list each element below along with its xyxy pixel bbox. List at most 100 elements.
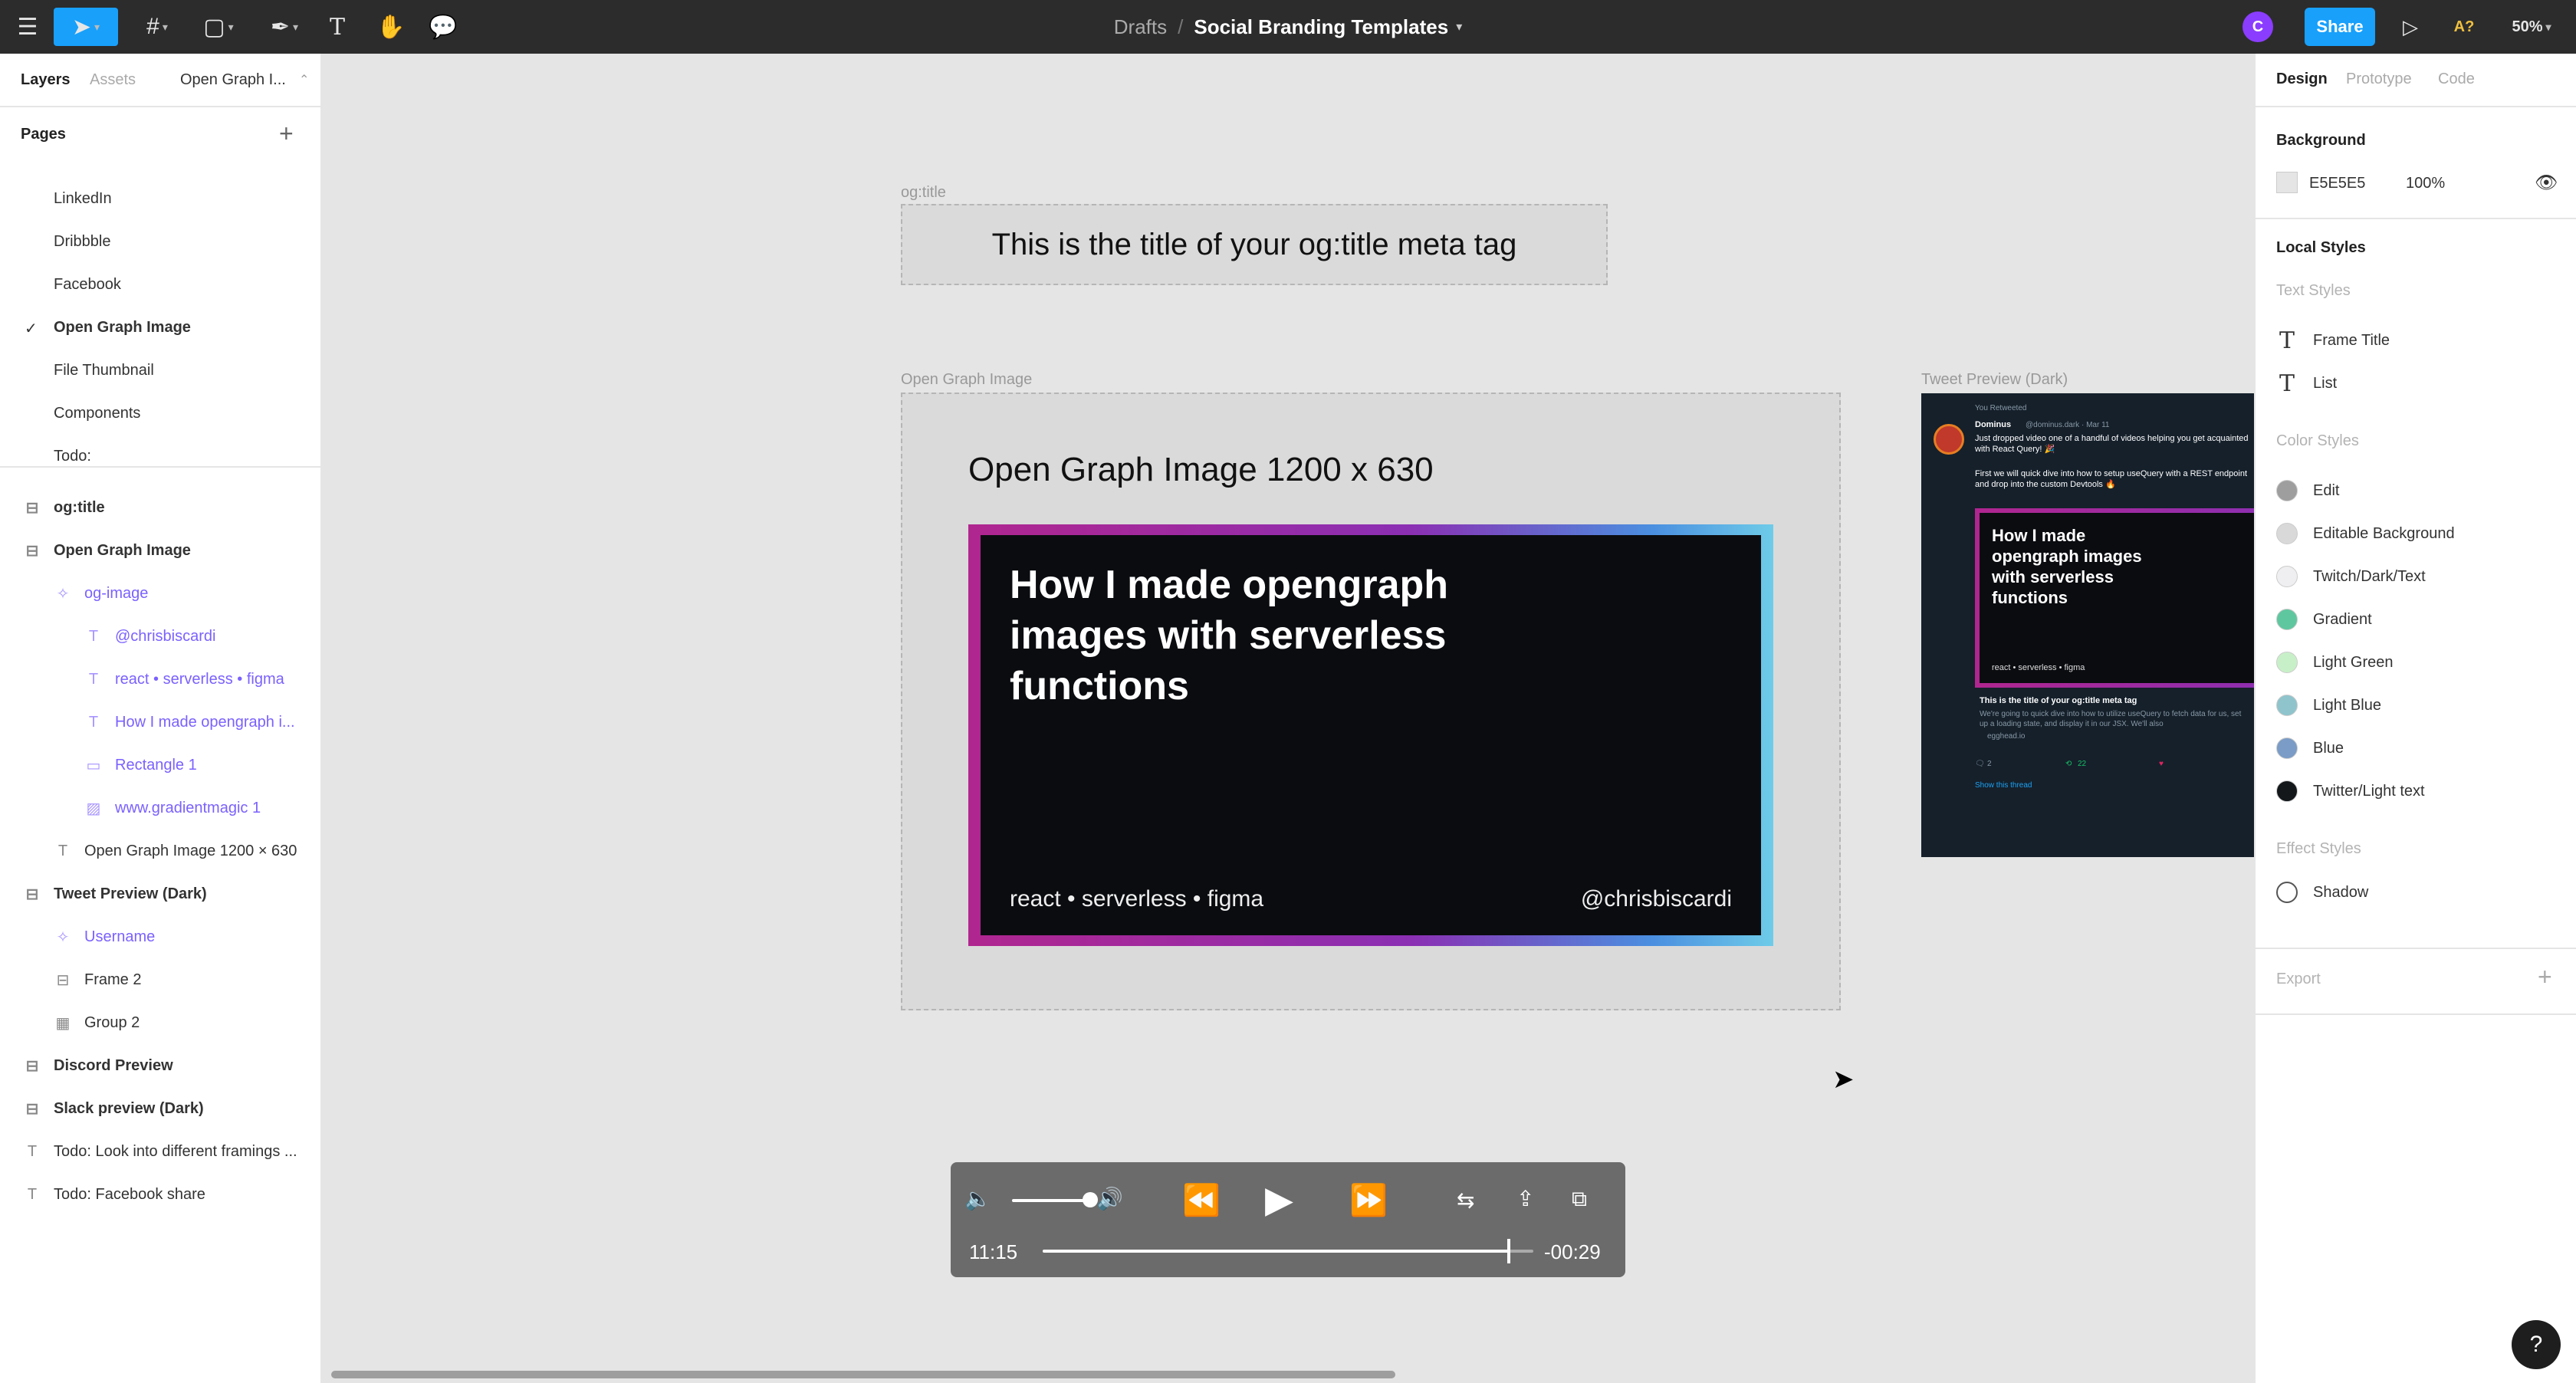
- layer-row[interactable]: ▨ www.gradientmagic 1: [84, 787, 261, 829]
- present-button[interactable]: ▷: [2395, 8, 2426, 46]
- comment-tool-button[interactable]: 💬: [426, 8, 460, 46]
- rewind-icon[interactable]: ⏪: [1182, 1185, 1221, 1216]
- text-styles-title: Text Styles: [2276, 282, 2351, 299]
- volume-knob[interactable]: [1083, 1192, 1098, 1207]
- layer-row[interactable]: T Todo: Look into different framings ...: [23, 1130, 297, 1173]
- chevron-down-icon[interactable]: ▾: [1456, 19, 1462, 34]
- volume-mute-icon[interactable]: 🔈: [964, 1188, 991, 1210]
- page-item[interactable]: Todo:: [54, 448, 91, 463]
- tweet-preview-frame[interactable]: You Retweeted Dominus @dominus.dark · Ma…: [1921, 393, 2254, 857]
- tweet-link-domain: egghead.io: [1987, 732, 2026, 741]
- frame-label-ogtitle[interactable]: og:title: [901, 184, 946, 202]
- color-style-item[interactable]: Blue: [2276, 733, 2344, 764]
- text-tool-button[interactable]: T: [320, 8, 354, 46]
- layer-row[interactable]: ▭ Rectangle 1: [84, 744, 197, 787]
- add-page-icon[interactable]: +: [279, 121, 294, 146]
- og-image-card[interactable]: How I made opengraph images with serverl…: [968, 524, 1773, 946]
- layer-row[interactable]: ⊟ Slack preview (Dark): [23, 1087, 204, 1130]
- scrubber-handle[interactable]: [1507, 1239, 1510, 1263]
- layer-label: Discord Preview: [54, 1056, 173, 1074]
- frame-icon: ⊟: [25, 1057, 39, 1075]
- zoom-dropdown[interactable]: 50% ▾: [2501, 8, 2562, 46]
- layer-row[interactable]: ▦ Group 2: [54, 1001, 140, 1044]
- layer-row[interactable]: ⊟ Tweet Preview (Dark): [23, 872, 207, 915]
- tweet-retweeted: You Retweeted: [1975, 404, 2027, 412]
- background-swatch[interactable]: [2276, 172, 2298, 193]
- missing-fonts-button[interactable]: A?: [2446, 8, 2482, 46]
- horizontal-scrollbar[interactable]: [331, 1371, 1395, 1378]
- frame-label-tweet[interactable]: Tweet Preview (Dark): [1921, 371, 2068, 389]
- ogtitle-frame[interactable]: This is the title of your og:title meta …: [901, 204, 1608, 285]
- background-hex[interactable]: E5E5E5: [2309, 175, 2365, 192]
- layer-row[interactable]: T How I made opengraph i...: [84, 701, 295, 744]
- layer-row[interactable]: ⊟ Open Graph Image: [23, 529, 191, 572]
- frame-tool-button[interactable]: # ▾: [132, 8, 182, 46]
- color-style-item[interactable]: Gradient: [2276, 604, 2372, 635]
- picture-in-picture-icon[interactable]: ⧉: [1572, 1188, 1587, 1210]
- effect-style-item[interactable]: Shadow: [2276, 877, 2368, 908]
- page-item[interactable]: Components: [54, 405, 140, 422]
- color-style-item[interactable]: Edit: [2276, 475, 2339, 506]
- file-name[interactable]: Social Branding Templates: [1194, 15, 1448, 39]
- heart-icon: ♥: [2159, 760, 2164, 768]
- tab-code[interactable]: Code: [2438, 71, 2475, 88]
- tab-design[interactable]: Design: [2276, 71, 2328, 88]
- divider: [2256, 106, 2576, 107]
- color-style-item[interactable]: Light Green: [2276, 647, 2394, 678]
- layer-row[interactable]: Treact • serverless • figma: [84, 658, 284, 701]
- layer-row[interactable]: ⊟ Frame 2: [54, 958, 142, 1001]
- page-item[interactable]: Dribbble: [54, 233, 110, 251]
- chevron-up-icon[interactable]: ⌃: [299, 72, 309, 87]
- background-opacity[interactable]: 100%: [2406, 175, 2445, 192]
- color-style-item[interactable]: Light Blue: [2276, 690, 2381, 721]
- share-icon[interactable]: ⇪: [1516, 1188, 1534, 1210]
- frame-label-og-image[interactable]: Open Graph Image: [901, 371, 1032, 389]
- layer-row[interactable]: ⊟ Discord Preview: [23, 1044, 173, 1087]
- text-icon: T: [88, 713, 99, 731]
- pen-tool-button[interactable]: ✒ ▾: [259, 8, 310, 46]
- avatar[interactable]: C: [2242, 11, 2273, 42]
- fast-forward-icon[interactable]: ⏩: [1349, 1185, 1388, 1216]
- help-button[interactable]: ?: [2512, 1320, 2561, 1369]
- airplay-icon[interactable]: ⇆: [1457, 1190, 1474, 1211]
- layer-row[interactable]: T Todo: Facebook share: [23, 1173, 205, 1216]
- breadcrumb-drafts[interactable]: Drafts: [1114, 15, 1167, 39]
- tab-prototype[interactable]: Prototype: [2346, 71, 2412, 88]
- shape-tool-button[interactable]: ▢ ▾: [193, 8, 244, 46]
- move-tool-button[interactable]: ➤ ▾: [54, 8, 118, 46]
- eye-icon[interactable]: 👁: [2535, 172, 2558, 194]
- play-icon[interactable]: ▶: [1265, 1182, 1293, 1219]
- main-menu-icon[interactable]: ☰: [11, 8, 44, 46]
- share-button[interactable]: Share: [2305, 8, 2375, 46]
- text-style-item[interactable]: T Frame Title: [2276, 325, 2390, 356]
- text-style-item[interactable]: T List: [2276, 368, 2337, 399]
- page-item[interactable]: File Thumbnail: [54, 362, 154, 379]
- page-item[interactable]: LinkedIn: [54, 190, 112, 208]
- layer-row[interactable]: ✧ Username: [54, 915, 156, 958]
- divider: [0, 466, 322, 468]
- volume-max-icon[interactable]: 🔊: [1096, 1188, 1123, 1210]
- layer-row[interactable]: T @chrisbiscardi: [84, 615, 216, 658]
- volume-slider[interactable]: [1012, 1192, 1098, 1207]
- page-item-current[interactable]: Open Graph Image: [54, 319, 191, 337]
- scrubber[interactable]: [1043, 1239, 1533, 1263]
- tab-assets[interactable]: Assets: [90, 71, 136, 89]
- color-style-name: Twitter/Light text: [2313, 782, 2425, 800]
- tweet-retweets: 22: [2078, 760, 2087, 768]
- color-style-item[interactable]: Twitch/Dark/Text: [2276, 561, 2426, 592]
- color-style-name: Light Green: [2313, 653, 2394, 671]
- pages-title: Pages: [21, 126, 66, 143]
- tweet-text-1: Just dropped video one of a handful of v…: [1975, 434, 2249, 454]
- retweet-icon: ⟲: [2065, 760, 2072, 768]
- color-style-item[interactable]: Twitter/Light text: [2276, 776, 2425, 806]
- layer-row[interactable]: T Open Graph Image 1200 × 630: [54, 829, 297, 872]
- current-page-dropdown[interactable]: Open Graph I...: [180, 71, 286, 89]
- layer-row[interactable]: ⊟ og:title: [23, 486, 105, 529]
- add-export-icon[interactable]: +: [2538, 964, 2552, 989]
- page-item[interactable]: Facebook: [54, 276, 121, 294]
- tab-layers[interactable]: Layers: [21, 71, 71, 89]
- layer-row[interactable]: ✧ og-image: [54, 572, 149, 615]
- canvas[interactable]: og:title This is the title of your og:ti…: [322, 54, 2254, 1383]
- color-style-item[interactable]: Editable Background: [2276, 518, 2455, 549]
- hand-tool-button[interactable]: ✋: [374, 8, 408, 46]
